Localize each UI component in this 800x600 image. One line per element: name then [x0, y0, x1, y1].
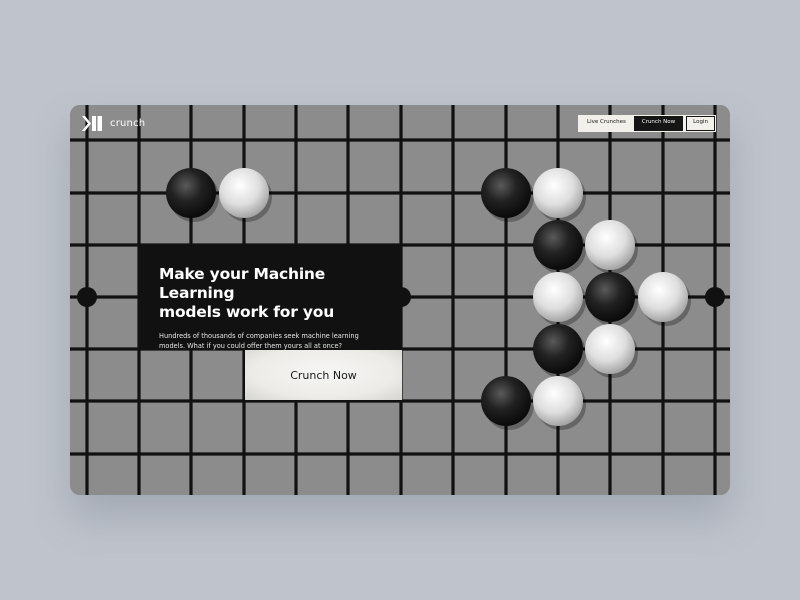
white-stone: [533, 168, 583, 218]
login-button[interactable]: Login: [686, 116, 715, 131]
white-stone: [533, 272, 583, 322]
hero-subtitle-line-1: Hundreds of thousands of companies seek …: [159, 332, 359, 340]
black-stone: [585, 272, 635, 322]
hero-subtitle-line-2: models. What if you could offer them you…: [159, 342, 343, 350]
brand-logo[interactable]: crunch: [82, 114, 145, 132]
hero-card: Make your Machine Learning models work f…: [138, 246, 402, 350]
black-stone: [533, 220, 583, 270]
star-point: [77, 287, 97, 307]
nav-button-group: Live Crunches Crunch Now Login: [578, 115, 716, 132]
white-stone: [533, 376, 583, 426]
black-stone: [533, 324, 583, 374]
star-point: [705, 287, 725, 307]
hero-title-line-1: Make your Machine Learning: [159, 265, 326, 302]
top-navigation: crunch Live Crunches Crunch Now Login: [70, 105, 730, 141]
white-stone: [638, 272, 688, 322]
live-crunches-link[interactable]: Live Crunches: [579, 116, 634, 131]
white-stone: [219, 168, 269, 218]
white-stone: [585, 220, 635, 270]
crunch-now-cta-button[interactable]: Crunch Now: [245, 350, 402, 400]
brand-name: crunch: [110, 117, 146, 129]
black-stone: [481, 168, 531, 218]
black-stone: [481, 376, 531, 426]
black-stone: [166, 168, 216, 218]
hero-title: Make your Machine Learning models work f…: [159, 265, 382, 322]
hero-subtitle: Hundreds of thousands of companies seek …: [159, 331, 382, 351]
hero-title-line-2: models work for you: [159, 303, 335, 321]
crunch-now-nav-button[interactable]: Crunch Now: [633, 116, 684, 131]
crunch-logo-icon: [82, 115, 102, 131]
hero-frame: crunch Live Crunches Crunch Now Login Ma…: [70, 105, 730, 495]
white-stone: [585, 324, 635, 374]
